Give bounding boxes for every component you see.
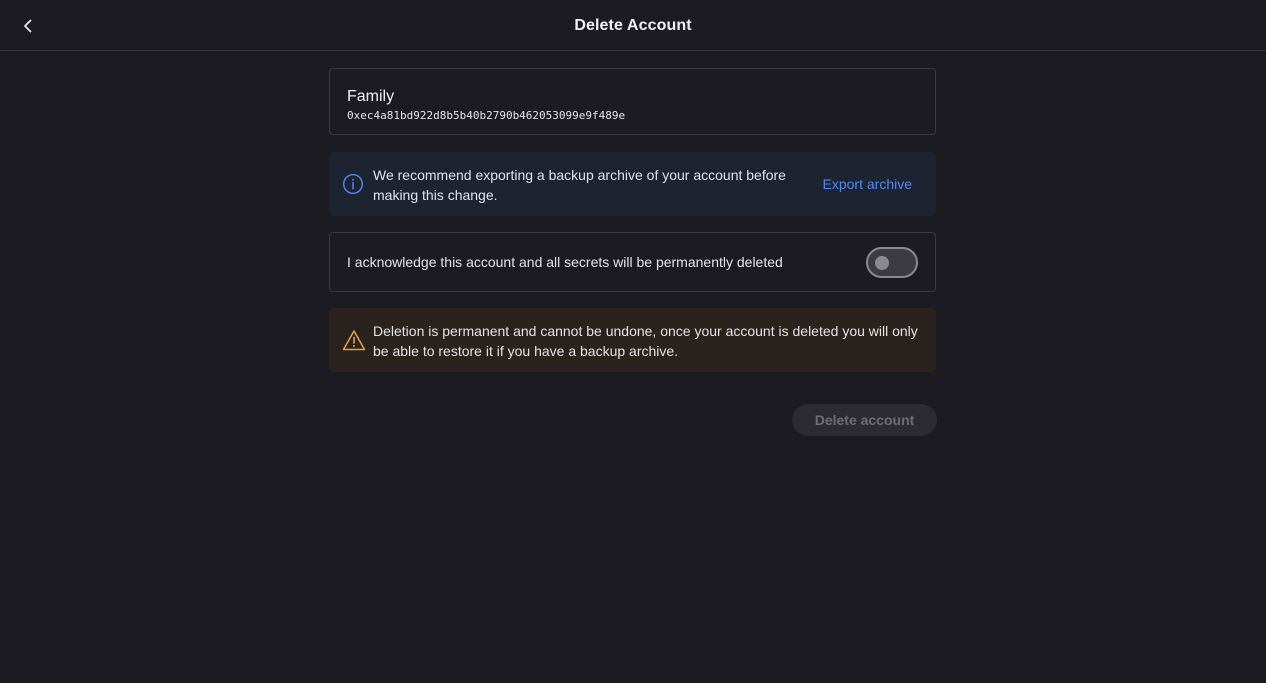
delete-account-button[interactable]: Delete account xyxy=(792,404,937,436)
info-icon xyxy=(342,173,364,195)
export-archive-link[interactable]: Export archive xyxy=(823,176,912,192)
page-title: Delete Account xyxy=(574,17,692,34)
acknowledge-card: I acknowledge this account and all secre… xyxy=(329,232,936,292)
account-name: Family xyxy=(347,88,395,105)
toggle-knob xyxy=(875,256,889,270)
warning-icon xyxy=(342,330,366,351)
info-banner: We recommend exporting a backup archive … xyxy=(329,152,936,216)
acknowledge-label: I acknowledge this account and all secre… xyxy=(347,254,783,270)
header-bar: Delete Account xyxy=(0,0,1266,51)
account-address: 0xec4a81bd922d8b5b40b2790b462053099e9f48… xyxy=(347,109,626,122)
warning-banner: Deletion is permanent and cannot be undo… xyxy=(329,308,936,372)
info-message: We recommend exporting a backup archive … xyxy=(373,167,786,203)
acknowledge-toggle[interactable] xyxy=(866,247,918,278)
warning-message: Deletion is permanent and cannot be undo… xyxy=(373,323,918,359)
account-card: Family 0xec4a81bd922d8b5b40b2790b4620530… xyxy=(329,68,936,135)
